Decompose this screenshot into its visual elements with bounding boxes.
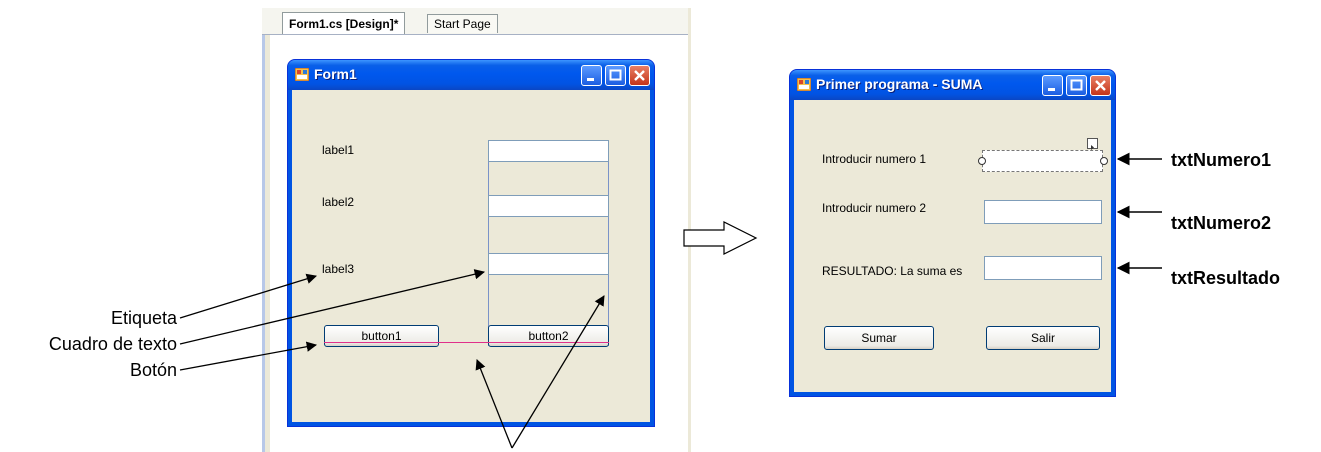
close-button[interactable] bbox=[1090, 75, 1111, 96]
txtnumero1-input[interactable] bbox=[982, 150, 1103, 172]
arrow-snapline bbox=[475, 359, 513, 449]
label-introducir-numero-2: Introducir numero 2 bbox=[822, 201, 927, 215]
salir-button[interactable]: Salir bbox=[986, 326, 1100, 350]
primer-programa-titlebar[interactable]: Primer programa - SUMA bbox=[790, 70, 1115, 100]
close-icon bbox=[1095, 80, 1106, 91]
arrow-etiqueta bbox=[179, 273, 317, 319]
arrow-cuadro-texto bbox=[179, 269, 486, 345]
minimize-button[interactable] bbox=[1042, 75, 1063, 96]
transition-arrow-icon bbox=[683, 221, 758, 255]
txtnumero2-input[interactable] bbox=[984, 200, 1102, 224]
primer-programa-window[interactable]: Primer programa - SUMA Introducir numero… bbox=[790, 70, 1115, 396]
arrow-boton bbox=[179, 341, 318, 371]
form-icon bbox=[797, 78, 811, 91]
arrow-selection bbox=[511, 295, 605, 449]
txtresultado-input[interactable] bbox=[984, 256, 1102, 280]
resize-handle-left[interactable] bbox=[978, 157, 986, 165]
label-introducir-numero-1: Introducir numero 1 bbox=[822, 152, 927, 166]
label-txtnumero2: txtNumero2 bbox=[1171, 213, 1272, 233]
label-txtnumero1: txtNumero1 bbox=[1171, 150, 1272, 170]
resize-handle-right[interactable] bbox=[1100, 157, 1108, 165]
minimize-icon bbox=[1048, 88, 1055, 91]
primer-programa-client-area: Introducir numero 1 Introducir numero 2 … bbox=[794, 100, 1111, 392]
maximize-icon bbox=[1070, 79, 1083, 91]
maximize-button[interactable] bbox=[1066, 75, 1087, 96]
smart-tag-icon[interactable] bbox=[1087, 138, 1098, 150]
primer-programa-title: Primer programa - SUMA bbox=[816, 76, 983, 92]
label-txtresultado: txtResultado bbox=[1171, 268, 1281, 288]
label-resultado: RESULTADO: La suma es bbox=[822, 264, 963, 278]
annotation-arrows bbox=[179, 152, 1162, 449]
sumar-button[interactable]: Sumar bbox=[824, 326, 934, 350]
